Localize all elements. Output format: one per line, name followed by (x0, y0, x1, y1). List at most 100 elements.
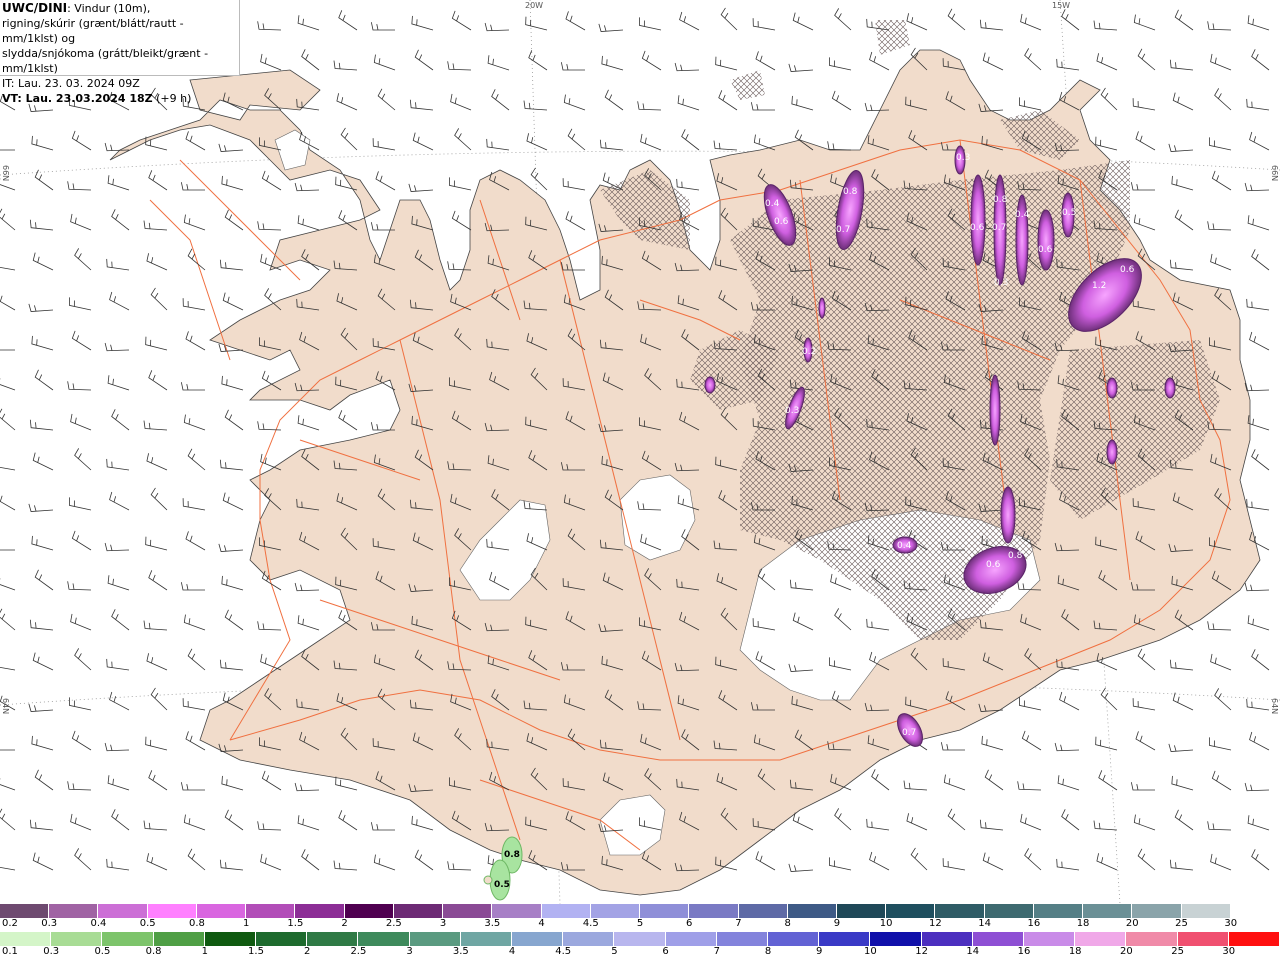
wind-barb (70, 613, 92, 631)
wind-barb (869, 51, 890, 71)
wind-barb (224, 409, 244, 431)
wind-barb (28, 303, 54, 312)
legend-swatch (614, 932, 666, 946)
wind-barb (148, 770, 168, 791)
legend-swatch (787, 904, 837, 918)
legend-swatch (295, 904, 345, 918)
wind-barb (28, 503, 54, 512)
wind-barb (0, 778, 16, 791)
wind-barb (979, 19, 1004, 31)
wind-barb (450, 93, 472, 111)
wind-barb (408, 183, 434, 192)
wind-barb (1174, 9, 1194, 31)
legend-tick-label: 5 (611, 946, 618, 957)
wind-barb (31, 335, 54, 351)
valid-time: VT: Lau. 23.03.2024 18Z (+9 h) (2, 91, 237, 106)
legend-swatch (1075, 932, 1127, 946)
wind-barb (1169, 59, 1194, 71)
legend-tick-label: 4.5 (555, 946, 572, 957)
wind-barb (1214, 88, 1232, 111)
wind-barb (1210, 653, 1232, 671)
wind-barb (340, 127, 358, 151)
wind-barb (333, 60, 358, 71)
wind-barb (1249, 131, 1270, 151)
wind-barb (1095, 736, 1118, 751)
wind-barb (218, 543, 244, 552)
wind-barb (32, 452, 54, 471)
wind-barb (260, 853, 282, 871)
legend-tick-label: 12 (929, 918, 942, 929)
wind-barb (0, 495, 16, 511)
wind-barb (71, 330, 92, 351)
svg-text:0.8: 0.8 (1008, 551, 1023, 561)
wind-barb (373, 54, 396, 71)
legend-swatch (344, 904, 394, 918)
wind-barb (910, 847, 928, 871)
wind-barb (674, 62, 700, 72)
wind-barb (1247, 615, 1270, 631)
wind-barb (1132, 98, 1156, 111)
wind-barb (562, 178, 586, 191)
wind-barb (1019, 97, 1042, 111)
wind-barb (261, 170, 282, 191)
wind-barb (150, 687, 168, 711)
wind-barb (1017, 781, 1042, 791)
legend-tick-label: 14 (966, 946, 980, 957)
legend-tick-label: 1.5 (248, 946, 264, 957)
wind-barb (106, 858, 130, 871)
wind-barb (906, 13, 928, 31)
wind-barb (1246, 698, 1270, 711)
wind-barb (1024, 48, 1042, 71)
init-time: IT: Lau. 23. 03. 2024 09Z (2, 77, 140, 90)
map-canvas: 0.8 0.5 0.4 0.6 0.8 0.7 0.3 0.6 0.8 0.4 … (0, 0, 1280, 904)
wind-barb (0, 208, 16, 231)
legend-swatch (972, 932, 1025, 946)
wind-barb (0, 378, 16, 391)
legend-swatch (541, 904, 591, 918)
wind-barb (1247, 215, 1270, 231)
wind-barb (1246, 498, 1270, 511)
wind-barb (1137, 848, 1156, 871)
wind-barb (32, 652, 54, 671)
legend-swatch (147, 904, 197, 918)
wind-barb (373, 854, 396, 871)
svg-text:0.4: 0.4 (897, 541, 912, 551)
wind-barb (1168, 143, 1194, 152)
legend-tick-label: 0.5 (94, 946, 111, 957)
wind-barb (107, 375, 130, 391)
wind-barb (1020, 813, 1042, 831)
svg-text:0.6: 0.6 (986, 560, 1001, 570)
legend-tick-label: 4 (508, 946, 516, 957)
legend-tick-label: 0.8 (188, 918, 205, 929)
wind-barb (947, 8, 966, 31)
wind-barb (567, 128, 586, 151)
wind-barb (979, 819, 1004, 831)
wind-barb (222, 492, 244, 511)
wind-barb (0, 349, 15, 351)
wind-barb (150, 287, 168, 311)
wind-barb (109, 491, 130, 511)
wind-barb (0, 666, 16, 671)
wind-barb (219, 659, 244, 671)
legend-swatch (358, 932, 410, 946)
wind-barb (1209, 137, 1232, 151)
wind-barb (0, 466, 16, 471)
wind-barb (29, 419, 54, 431)
wind-barb (297, 615, 320, 631)
wind-barb (183, 214, 206, 231)
legend-tick-label: 25 (1171, 946, 1184, 957)
wind-barb (67, 581, 92, 591)
wind-barb (1100, 87, 1118, 111)
wind-barb (106, 458, 130, 471)
wind-barb (1244, 782, 1270, 792)
svg-text:0.5: 0.5 (1062, 208, 1076, 218)
legend-tick-label: 10 (879, 918, 893, 929)
wind-barb (681, 129, 700, 151)
legend-swatch (196, 904, 247, 918)
legend-tick-label: 0.2 (2, 918, 18, 929)
wind-barb (755, 851, 776, 871)
legend-tick-label: 14 (978, 918, 991, 929)
legend-tick-label: 18 (1076, 918, 1090, 929)
wind-barb (676, 178, 700, 191)
coord-left-64n: 64N (1, 698, 10, 715)
